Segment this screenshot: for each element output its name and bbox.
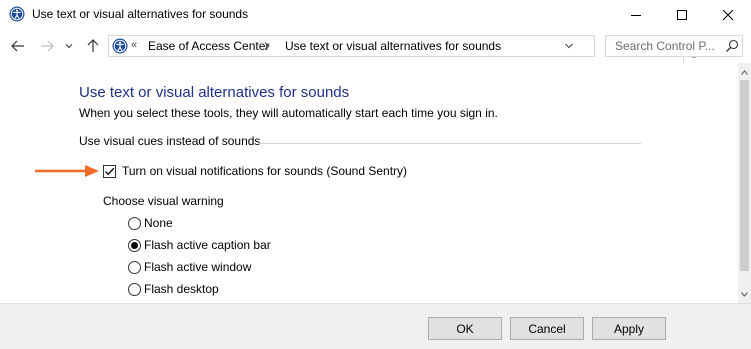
- maximize-button[interactable]: [659, 0, 705, 29]
- up-button[interactable]: [84, 37, 102, 55]
- apply-button[interactable]: Apply: [592, 317, 666, 340]
- scroll-down-button[interactable]: [738, 288, 751, 300]
- search-box[interactable]: [605, 35, 743, 57]
- scroll-down-arrow-icon: [741, 291, 748, 297]
- chevron-down-icon[interactable]: [564, 41, 574, 51]
- radio-button[interactable]: [128, 216, 141, 230]
- ease-of-access-icon: [9, 6, 25, 22]
- chevron-right-icon[interactable]: [262, 41, 272, 51]
- radio-button[interactable]: [128, 282, 141, 296]
- sound-sentry-checkbox[interactable]: [103, 164, 116, 178]
- recent-locations-button[interactable]: [63, 37, 75, 55]
- cancel-button[interactable]: Cancel: [510, 317, 584, 340]
- section-header: Use visual cues instead of sounds: [79, 134, 261, 148]
- main-content: Use text or visual alternatives for soun…: [0, 63, 738, 303]
- back-button[interactable]: [9, 37, 27, 55]
- forward-button[interactable]: [38, 37, 56, 55]
- radio-selected-dot: [131, 241, 138, 249]
- ok-button[interactable]: OK: [428, 317, 502, 340]
- radio-option-flash-desktop[interactable]: Flash desktop: [128, 281, 219, 297]
- checkmark-icon: [105, 167, 115, 175]
- radio-label[interactable]: None: [144, 216, 173, 230]
- radio-label[interactable]: Flash desktop: [144, 282, 219, 296]
- radio-label[interactable]: Flash active caption bar: [144, 238, 271, 252]
- visual-warning-label: Choose visual warning: [103, 194, 224, 208]
- arrow-left-icon: [11, 40, 24, 52]
- sound-sentry-option[interactable]: Turn on visual notifications for sounds …: [103, 163, 407, 179]
- page-title: Use text or visual alternatives for soun…: [79, 84, 350, 101]
- radio-option-flash-active-window[interactable]: Flash active window: [128, 259, 251, 275]
- title-bar: Use text or visual alternatives for soun…: [0, 0, 751, 29]
- navigation-bar: « Ease of Access Center Use text or visu…: [0, 29, 751, 64]
- breadcrumb-overflow[interactable]: «: [131, 39, 137, 51]
- page-subtitle: When you select these tools, they will a…: [79, 106, 498, 120]
- search-icon[interactable]: [725, 39, 739, 53]
- scroll-up-arrow-icon: [741, 69, 748, 75]
- section-divider: [259, 143, 641, 144]
- minimize-button[interactable]: [613, 0, 659, 29]
- radio-label[interactable]: Flash active window: [144, 260, 251, 274]
- dialog-footer: OK Cancel Apply: [0, 303, 751, 349]
- search-input[interactable]: [606, 36, 722, 56]
- address-bar[interactable]: « Ease of Access Center Use text or visu…: [108, 35, 699, 64]
- arrow-right-icon: [41, 40, 54, 52]
- window-title: Use text or visual alternatives for soun…: [32, 7, 249, 21]
- chevron-down-icon: [65, 44, 73, 49]
- scrollbar-thumb[interactable]: [740, 80, 749, 271]
- breadcrumb-current-page[interactable]: Use text or visual alternatives for soun…: [285, 39, 501, 53]
- breadcrumb-ease-of-access-center[interactable]: Ease of Access Center: [148, 39, 269, 53]
- annotation-arrow-icon: [35, 165, 99, 177]
- close-icon: [723, 9, 733, 20]
- scroll-up-button[interactable]: [738, 66, 751, 78]
- radio-option-none[interactable]: None: [128, 215, 173, 231]
- radio-button[interactable]: [128, 260, 141, 274]
- minimize-icon: [631, 14, 641, 16]
- arrow-up-icon: [87, 39, 99, 52]
- maximize-icon: [677, 9, 687, 20]
- sound-sentry-label[interactable]: Turn on visual notifications for sounds …: [122, 164, 407, 178]
- close-button[interactable]: [705, 0, 751, 29]
- radio-button[interactable]: [128, 238, 141, 252]
- radio-option-flash-active-caption-bar[interactable]: Flash active caption bar: [128, 237, 271, 253]
- vertical-scrollbar[interactable]: [738, 63, 751, 303]
- control-panel-icon: [112, 38, 128, 54]
